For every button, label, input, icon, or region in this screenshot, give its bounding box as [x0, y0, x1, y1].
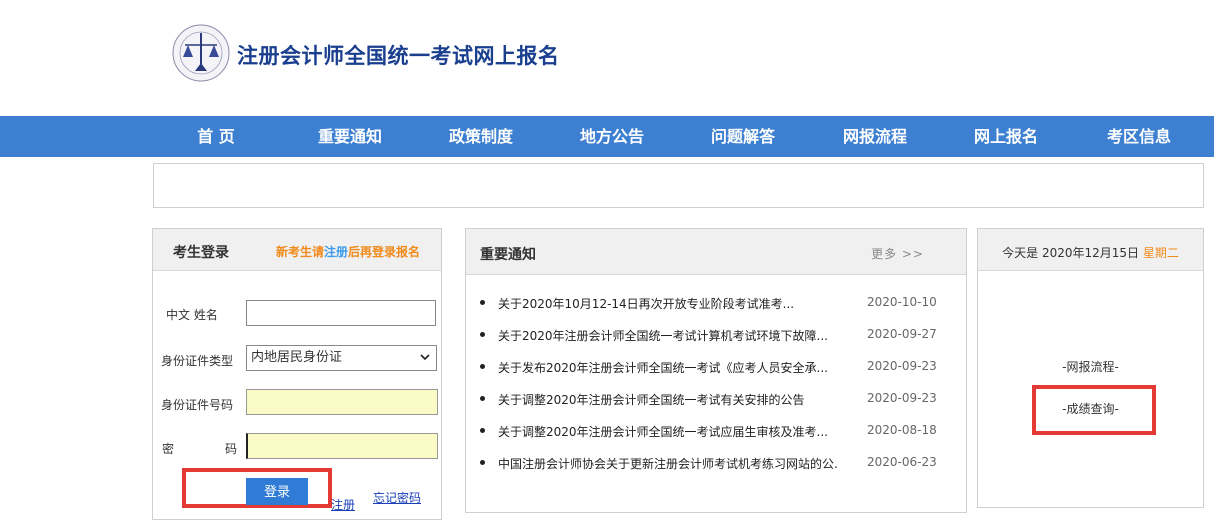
notice-date: 2020-10-10	[867, 295, 937, 309]
nav-item-exam-region[interactable]: 考区信息	[1079, 116, 1199, 157]
today-date: 今天是 2020年12月15日 星期二	[978, 244, 1203, 261]
register-tip-suffix: 后再登录报名	[348, 245, 421, 259]
notices-panel: 重要通知 更多 >> 关于2020年10月12-14日再次开放专业阶段考试准考.…	[465, 228, 967, 513]
forgot-password-link[interactable]: 忘记密码	[373, 489, 421, 506]
notice-item[interactable]: 关于2020年注册会计师全国统一考试计算机考试环境下故障... 2020-09-…	[480, 325, 950, 345]
date-prefix: 今天是 2020年12月15日	[1002, 246, 1140, 260]
notice-item[interactable]: 中国注册会计师协会关于更新注册会计师考试机考练习网站的公... 2020-06-…	[480, 453, 950, 473]
nav-item-online-registration[interactable]: 网上报名	[946, 116, 1066, 157]
nav-item-process[interactable]: 网报流程	[815, 116, 935, 157]
notice-item[interactable]: 关于调整2020年注册会计师全国统一考试应届生审核及准考... 2020-08-…	[480, 421, 950, 441]
register-tip: 新考生请注册后再登录报名	[276, 243, 420, 260]
register-tip-prefix: 新考生请	[276, 245, 325, 259]
password-label-char1: 密	[162, 442, 175, 456]
name-input[interactable]	[246, 300, 436, 326]
id-number-label: 身份证件号码	[161, 398, 234, 412]
notice-title[interactable]: 关于调整2020年注册会计师全国统一考试应届生审核及准考...	[498, 423, 838, 440]
register-tip-link[interactable]: 注册	[324, 245, 348, 259]
notice-date: 2020-09-27	[867, 327, 937, 341]
site-title: 注册会计师全国统一考试网上报名	[237, 44, 560, 68]
login-button[interactable]: 登录	[246, 478, 308, 505]
id-type-label: 身份证件类型	[161, 354, 234, 368]
notice-item[interactable]: 关于发布2020年注册会计师全国统一考试《应考人员安全承... 2020-09-…	[480, 357, 950, 377]
nav-item-home[interactable]: 首 页	[156, 116, 276, 157]
notice-title[interactable]: 关于2020年注册会计师全国统一考试计算机考试环境下故障...	[498, 327, 838, 344]
notice-date: 2020-09-23	[867, 391, 937, 405]
register-link[interactable]: 注册	[331, 496, 355, 513]
main-nav: 首 页 重要通知 政策制度 地方公告 问题解答 网报流程 网上报名 考区信息	[0, 116, 1214, 157]
weekday: 星期二	[1142, 246, 1179, 260]
notice-title[interactable]: 中国注册会计师协会关于更新注册会计师考试机考练习网站的公...	[498, 455, 838, 472]
banner-area	[153, 163, 1204, 208]
nav-item-faq[interactable]: 问题解答	[683, 116, 803, 157]
bullet-icon	[480, 396, 485, 401]
date-panel-header: 今天是 2020年12月15日 星期二	[978, 229, 1203, 271]
site-header: 注册会计师全国统一考试网上报名	[0, 0, 1214, 116]
notice-date: 2020-09-23	[867, 359, 937, 373]
password-input[interactable]	[246, 433, 438, 459]
process-link[interactable]: -网报流程-	[978, 358, 1203, 375]
nav-item-local-announcements[interactable]: 地方公告	[552, 116, 672, 157]
notice-item[interactable]: 关于2020年10月12-14日再次开放专业阶段考试准考... 2020-10-…	[480, 293, 950, 313]
nav-item-policy[interactable]: 政策制度	[421, 116, 541, 157]
notice-title[interactable]: 关于调整2020年注册会计师全国统一考试有关安排的公告	[498, 391, 838, 408]
chevron-down-icon	[420, 354, 430, 361]
date-panel: 今天是 2020年12月15日 星期二 -网报流程- -成绩查询-	[977, 228, 1204, 508]
notice-title[interactable]: 关于发布2020年注册会计师全国统一考试《应考人员安全承...	[498, 359, 838, 376]
notice-item[interactable]: 关于调整2020年注册会计师全国统一考试有关安排的公告 2020-09-23	[480, 389, 950, 409]
cicpa-logo-icon	[172, 24, 230, 82]
name-label: 中文 姓名	[166, 308, 218, 322]
login-title: 考生登录	[173, 245, 229, 261]
bullet-icon	[480, 332, 485, 337]
id-number-input[interactable]	[246, 389, 438, 415]
notice-date: 2020-06-23	[867, 455, 937, 469]
password-label-char2: 码	[225, 442, 238, 456]
notice-title[interactable]: 关于2020年10月12-14日再次开放专业阶段考试准考...	[498, 295, 838, 312]
bullet-icon	[480, 300, 485, 305]
bullet-icon	[480, 460, 485, 465]
bullet-icon	[480, 364, 485, 369]
nav-item-notices[interactable]: 重要通知	[290, 116, 410, 157]
notices-title: 重要通知	[480, 247, 536, 263]
notice-date: 2020-08-18	[867, 423, 937, 437]
id-type-selected-value: 内地居民身份证	[251, 350, 343, 365]
login-panel-header: 考生登录 新考生请注册后再登录报名	[153, 229, 441, 271]
bullet-icon	[480, 428, 485, 433]
id-type-select[interactable]: 内地居民身份证	[246, 345, 437, 371]
score-query-highlight-box	[1032, 385, 1156, 435]
more-notices-link[interactable]: 更多 >>	[871, 245, 924, 262]
notices-panel-header: 重要通知 更多 >>	[466, 229, 966, 275]
